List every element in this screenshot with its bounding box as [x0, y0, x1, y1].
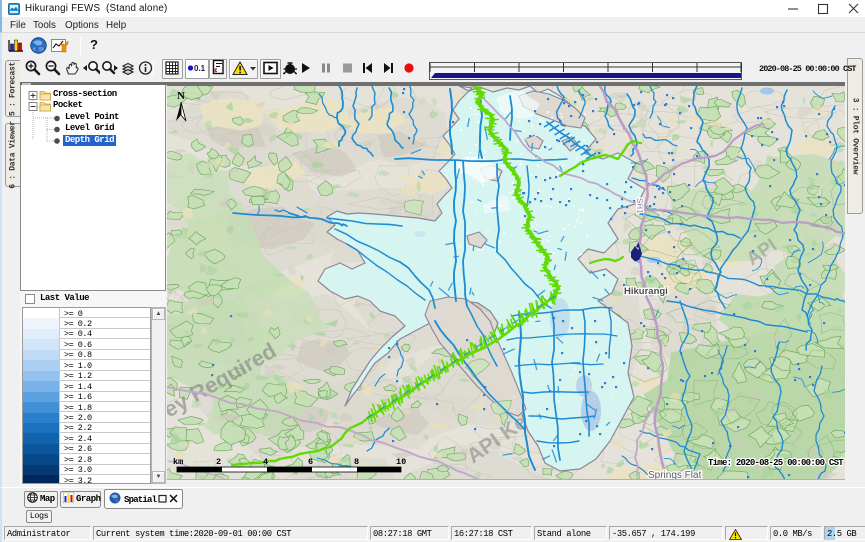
svg-text:Hikurangi: Hikurangi: [624, 286, 668, 297]
svg-text:Time: 2020-08-25 00:00:00 CST: Time: 2020-08-25 00:00:00 CST: [708, 458, 844, 468]
svg-text:SH1: SH1: [635, 198, 645, 214]
svg-text:km: km: [173, 457, 183, 467]
svg-text:N: N: [177, 90, 185, 102]
svg-text:2: 2: [216, 457, 221, 467]
svg-text:6: 6: [308, 457, 313, 467]
svg-text:4: 4: [263, 457, 268, 467]
svg-text:10: 10: [396, 457, 406, 467]
svg-text:8: 8: [354, 457, 359, 467]
svg-text:0.1: 0.1: [194, 64, 206, 73]
